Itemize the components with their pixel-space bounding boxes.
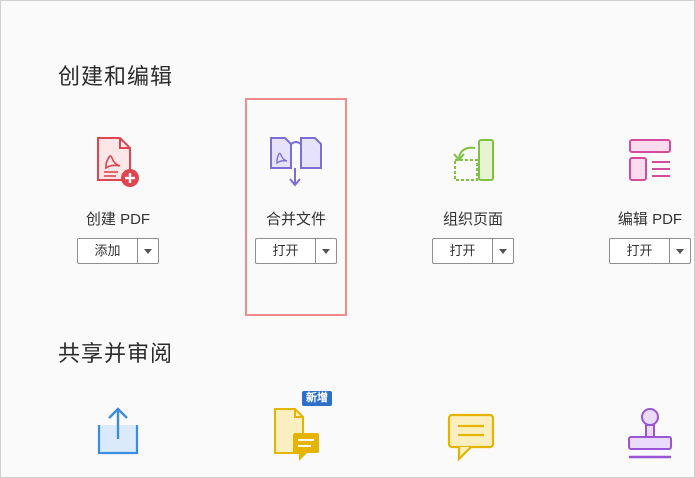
open-dropdown-button[interactable] xyxy=(669,239,690,263)
edit-pdf-icon xyxy=(629,139,671,181)
create-pdf-icon xyxy=(97,137,139,187)
open-split-button[interactable]: 打开 xyxy=(609,238,691,264)
open-dropdown-button[interactable] xyxy=(492,239,513,263)
tool-create-pdf[interactable]: 创建 PDF 添加 xyxy=(38,134,198,264)
chevron-down-icon xyxy=(144,248,152,254)
chevron-down-icon xyxy=(676,248,684,254)
tool-label: 编辑 PDF xyxy=(617,211,683,228)
chevron-down-icon xyxy=(499,248,507,254)
add-button[interactable]: 添加 xyxy=(78,239,137,263)
open-split-button[interactable]: 打开 xyxy=(432,238,514,264)
tool-edit-pdf[interactable]: 编辑 PDF 打开 xyxy=(570,134,694,264)
open-button[interactable]: 打开 xyxy=(610,239,669,263)
organize-pages-icon xyxy=(453,139,494,181)
tool-label: 组织页面 xyxy=(442,211,503,228)
stamp-icon[interactable] xyxy=(623,405,677,465)
send-for-comments-icon[interactable] xyxy=(269,405,323,465)
section-title-create-edit: 创建和编辑 xyxy=(58,64,174,89)
add-split-button[interactable]: 添加 xyxy=(77,238,159,264)
new-badge: 新增 xyxy=(302,391,332,406)
tool-label: 创建 PDF xyxy=(85,211,151,228)
share-icon[interactable] xyxy=(91,405,145,459)
open-button[interactable]: 打开 xyxy=(433,239,492,263)
comment-icon[interactable] xyxy=(445,411,499,465)
section-title-share-review: 共享并审阅 xyxy=(58,341,174,366)
tools-panel: 创建和编辑 创建 PDF 添加 合并文件 打开 组织页面 打开 编辑 PDF 打… xyxy=(0,0,695,478)
add-dropdown-button[interactable] xyxy=(137,239,158,263)
tool-organize-pages[interactable]: 组织页面 打开 xyxy=(393,134,553,264)
highlight-box xyxy=(245,98,347,316)
